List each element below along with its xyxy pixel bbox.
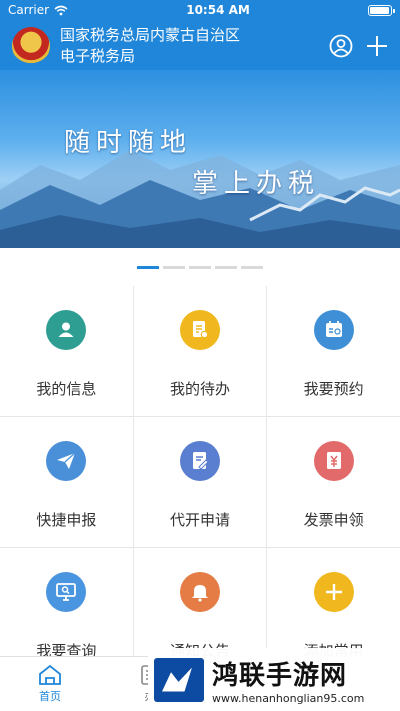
mountain-great-wall-illustration (0, 150, 400, 248)
feature-item-label: 我的待办 (169, 380, 230, 398)
app-title-line1: 国家税务总局内蒙古自治区 (60, 26, 241, 44)
paper-plane-icon (46, 441, 87, 481)
app-title-line2: 电子税务局 (60, 47, 136, 65)
banner-carousel[interactable]: 随时随地 掌上办税 (0, 70, 400, 248)
monitor-search-icon (46, 572, 87, 612)
bell-icon (179, 572, 220, 612)
feature-item-label: 我的信息 (36, 380, 97, 398)
feature-item[interactable]: 我的信息 (0, 286, 133, 416)
add-icon[interactable] (364, 33, 390, 59)
tax-emblem-logo (12, 27, 50, 65)
watermark-overlay: 鸿联手游网 www.henanhonglian95.com (148, 648, 400, 711)
banner-slogan-1: 随时随地 (64, 128, 193, 158)
tab-home[interactable]: 首页 (0, 657, 100, 711)
carousel-dot[interactable] (241, 265, 263, 269)
todo-document-icon (179, 310, 220, 350)
watermark-logo (154, 657, 204, 702)
user-icon (46, 310, 87, 350)
feature-item[interactable]: 我要预约 (267, 286, 400, 416)
feature-grid: 我的信息我的待办我要预约快捷申报代开申请发票申领我要查询通知公告添加常用 (0, 286, 400, 678)
tab-home-label: 首页 (39, 690, 61, 703)
feature-item[interactable]: 代开申请 (133, 417, 267, 547)
feature-item-label: 快捷申报 (36, 511, 97, 529)
feature-item[interactable]: 发票申领 (267, 417, 400, 547)
carousel-dot[interactable] (215, 265, 237, 269)
yuan-invoice-icon (313, 441, 354, 481)
carousel-dot[interactable] (189, 265, 211, 269)
carousel-dot[interactable] (163, 265, 185, 269)
edit-document-icon (179, 441, 220, 481)
feature-item[interactable]: 我的待办 (133, 286, 267, 416)
status-bar: Carrier 10:54 AM (0, 0, 400, 20)
app-title: 国家税务总局内蒙古自治区 电子税务局 (60, 25, 318, 67)
watermark-url: www.henanhonglian95.com (212, 691, 365, 705)
user-account-icon[interactable] (328, 33, 354, 59)
plus-icon (313, 572, 354, 612)
top-bar: Carrier 10:54 AM 国家税务总局内蒙古自治区 电子税务局 (0, 0, 400, 70)
watermark-title: 鸿联手游网 (212, 660, 348, 691)
clock: 10:54 AM (186, 3, 250, 17)
feature-item-label: 代开申请 (169, 511, 230, 529)
carousel-dot[interactable] (137, 265, 159, 269)
banner-slogan-2: 掌上办税 (192, 169, 321, 199)
app-header: 国家税务总局内蒙古自治区 电子税务局 (0, 20, 400, 70)
home-icon (39, 664, 61, 685)
wifi-icon (54, 5, 68, 15)
feature-item-label: 发票申领 (303, 511, 364, 529)
calendar-icon (313, 310, 354, 350)
battery-icon (368, 4, 395, 16)
carrier-label: Carrier (8, 3, 50, 17)
feature-item[interactable]: 快捷申报 (0, 417, 133, 547)
feature-item-label: 我要预约 (303, 380, 364, 398)
carousel-indicator[interactable] (0, 248, 400, 286)
